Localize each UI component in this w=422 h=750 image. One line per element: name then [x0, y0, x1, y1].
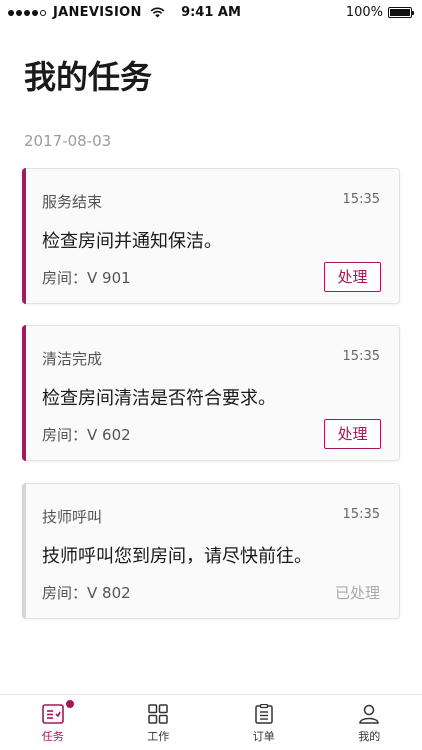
tab-label: 订单: [252, 730, 275, 743]
task-type: 技师呼叫: [42, 508, 103, 526]
notification-badge: [66, 700, 74, 708]
status-bar: JANEVISION 9:41 AM 100%: [0, 0, 422, 26]
tab-tasks[interactable]: 任务: [0, 695, 106, 750]
card-accent-bar: [22, 168, 26, 304]
tab-label: 工作: [147, 730, 170, 743]
clipboard-icon: [255, 704, 273, 724]
task-room: 房间：V 802: [42, 584, 131, 602]
tab-mine[interactable]: 我的: [317, 695, 422, 750]
battery-percent: 100%: [345, 5, 383, 20]
tab-orders[interactable]: 订单: [211, 695, 317, 750]
task-type: 服务结束: [42, 193, 103, 211]
task-time: 15:35: [342, 192, 380, 207]
task-message: 检查房间并通知保洁。: [42, 231, 222, 252]
task-room: 房间：V 901: [42, 269, 131, 287]
card-accent-bar: [22, 483, 26, 619]
tab-label: 任务: [41, 730, 64, 743]
handled-status: 已处理: [334, 584, 380, 602]
task-icon: [41, 704, 64, 724]
process-button[interactable]: 处理: [324, 419, 381, 449]
task-card[interactable]: 服务结束 15:35 检查房间并通知保洁。 房间：V 901 处理: [22, 168, 400, 304]
user-icon: [359, 704, 380, 724]
task-card[interactable]: 技师呼叫 15:35 技师呼叫您到房间，请尽快前往。 房间：V 802 已处理: [22, 483, 400, 619]
process-button[interactable]: 处理: [324, 262, 381, 292]
card-accent-bar: [22, 325, 26, 461]
task-room: 房间：V 602: [42, 426, 131, 444]
task-message: 技师呼叫您到房间，请尽快前往。: [42, 546, 312, 567]
grid-icon: [148, 704, 168, 724]
task-type: 清洁完成: [42, 350, 103, 368]
task-time: 15:35: [342, 349, 380, 364]
tab-bar: 任务 工作 订单 我的: [0, 694, 422, 750]
task-time: 15:35: [342, 507, 380, 522]
battery-icon: [388, 7, 414, 18]
status-right: 100%: [345, 5, 414, 20]
task-card[interactable]: 清洁完成 15:35 检查房间清洁是否符合要求。 房间：V 602 处理: [22, 325, 400, 461]
date-label: 2017-08-03: [24, 132, 112, 150]
tab-label: 我的: [358, 730, 381, 743]
tab-work[interactable]: 工作: [106, 695, 212, 750]
page-title: 我的任务: [24, 58, 153, 96]
task-message: 检查房间清洁是否符合要求。: [42, 388, 276, 409]
